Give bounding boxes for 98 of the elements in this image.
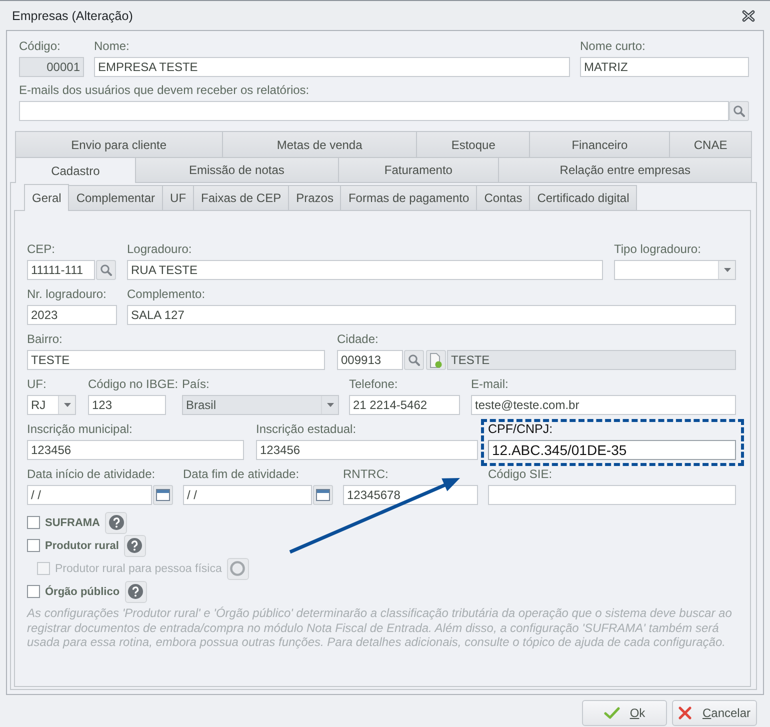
tab[interactable]: Relação entre empresas bbox=[498, 157, 752, 182]
tab[interactable]: Formas de pagamento bbox=[340, 185, 478, 210]
input-field[interactable]: teste@teste.com.br bbox=[471, 395, 736, 415]
field-label: Bairro: bbox=[27, 332, 62, 347]
ok-button[interactable]: Ok bbox=[582, 700, 667, 726]
input-field[interactable]: 2023 bbox=[27, 305, 117, 325]
field-label: País: bbox=[182, 377, 210, 392]
input-field[interactable]: 123 bbox=[88, 395, 166, 415]
field-label: Data fim de atividade: bbox=[183, 467, 300, 482]
checkbox-label[interactable]: SUFRAMA bbox=[45, 516, 100, 528]
calendar-button[interactable] bbox=[153, 485, 173, 505]
input-field[interactable] bbox=[488, 485, 736, 505]
checkbox[interactable] bbox=[27, 516, 40, 529]
checkbox-label[interactable]: Órgão público bbox=[45, 586, 120, 598]
field-label: UF: bbox=[27, 377, 46, 392]
tab[interactable]: Metas de venda bbox=[222, 131, 418, 157]
field-label: Complemento: bbox=[127, 287, 206, 302]
close-icon bbox=[742, 10, 755, 22]
input-field[interactable]: 11111-111 bbox=[27, 260, 95, 280]
tab[interactable]: CNAE bbox=[669, 131, 752, 157]
field-label: Nome: bbox=[94, 39, 130, 54]
tab[interactable]: Faturamento bbox=[338, 157, 500, 182]
date-field[interactable]: / / bbox=[183, 485, 312, 505]
calendar-button[interactable] bbox=[313, 485, 333, 505]
search-button[interactable] bbox=[96, 260, 116, 280]
help-icon bbox=[127, 538, 142, 553]
field-label: Cidade: bbox=[337, 332, 378, 347]
input-field[interactable]: 123456 bbox=[256, 440, 478, 460]
input-field[interactable]: 009913 bbox=[337, 350, 403, 370]
search-icon bbox=[733, 105, 745, 117]
checkbox[interactable] bbox=[27, 539, 40, 552]
input-field[interactable]: 12.ABC.345/01DE-35 bbox=[488, 440, 736, 460]
checkbox[interactable] bbox=[27, 585, 40, 598]
field-label: Código SIE: bbox=[488, 467, 552, 482]
search-icon bbox=[408, 354, 420, 366]
new-record-button[interactable] bbox=[426, 350, 446, 370]
cross-icon bbox=[678, 706, 692, 720]
input-field[interactable]: SALA 127 bbox=[127, 305, 736, 325]
input-field[interactable]: TESTE bbox=[27, 350, 325, 370]
tab[interactable]: Complementar bbox=[68, 185, 164, 210]
field-label: Telefone: bbox=[349, 377, 398, 392]
caret-icon bbox=[64, 403, 70, 407]
help-button[interactable] bbox=[124, 534, 146, 556]
input-field[interactable]: RUA TESTE bbox=[127, 260, 603, 280]
input-field[interactable]: MATRIZ bbox=[580, 57, 749, 77]
help-icon bbox=[128, 584, 144, 599]
tab[interactable]: Certificado digital bbox=[529, 185, 638, 210]
tab[interactable]: Geral bbox=[24, 184, 70, 211]
field-label: Nr. logradouro: bbox=[27, 287, 106, 302]
check-icon bbox=[604, 707, 620, 719]
tab[interactable]: Prazos bbox=[288, 185, 342, 210]
caret-icon bbox=[326, 403, 334, 407]
combo-box[interactable] bbox=[614, 260, 736, 280]
search-button[interactable] bbox=[729, 101, 749, 121]
tab[interactable]: Contas bbox=[476, 185, 530, 210]
help-button[interactable] bbox=[124, 580, 147, 602]
field-label: Tipo logradouro: bbox=[614, 242, 701, 257]
input-field[interactable] bbox=[19, 101, 729, 121]
tab[interactable]: Financeiro bbox=[529, 131, 670, 157]
field-label: CEP: bbox=[27, 242, 56, 257]
tab[interactable]: Emissão de notas bbox=[134, 157, 339, 182]
tab[interactable]: Faixas de CEP bbox=[193, 185, 290, 210]
cancel-button[interactable]: Cancelar bbox=[672, 700, 757, 726]
date-field[interactable]: / / bbox=[27, 485, 152, 505]
caret-icon bbox=[724, 268, 730, 272]
field-label: Logradouro: bbox=[127, 242, 192, 257]
note-text: As configurações 'Produtor rural' e 'Órgão público' determinarão a classificação tributária da operação que o sistema deve buscar ao registrar documentos de entrada/compra no módulo Nota Fiscal de Entrada. Além disso, a configuração 'SUFRAMA' também será usada para essa rotina, embora possua outras funções. Para detalhes adicionais, consulte o tópico de ajuda de cada configuração. bbox=[27, 606, 733, 650]
calendar-icon bbox=[156, 489, 170, 501]
input-field[interactable]: 21 2214-5462 bbox=[349, 395, 460, 415]
help-icon bbox=[108, 515, 124, 530]
close-button[interactable] bbox=[742, 10, 755, 22]
tab[interactable]: UF bbox=[162, 185, 194, 210]
field-label: Código no IBGE: bbox=[88, 377, 178, 392]
tab[interactable]: Envio para cliente bbox=[15, 131, 223, 157]
field-label: Inscrição estadual: bbox=[256, 422, 356, 437]
field-label: CPF/CNPJ: bbox=[488, 422, 553, 437]
help-button[interactable] bbox=[105, 512, 127, 534]
help-button[interactable] bbox=[226, 558, 249, 580]
field-label: Nome curto: bbox=[580, 39, 646, 54]
search-button[interactable] bbox=[404, 350, 424, 370]
checkbox-label[interactable]: Produtor rural bbox=[45, 540, 119, 552]
field-label: RNTRC: bbox=[343, 467, 388, 482]
document-icon bbox=[430, 352, 442, 368]
input-field[interactable]: EMPRESA TESTE bbox=[94, 57, 570, 77]
field-label: Data início de atividade: bbox=[27, 467, 156, 482]
window-title: Empresas (Alteração) bbox=[12, 8, 133, 22]
calendar-icon bbox=[316, 489, 330, 501]
combo-box[interactable]: RJ bbox=[27, 395, 76, 415]
field-label: E-mails dos usuários que devem receber os relatórios: bbox=[19, 83, 310, 98]
input-field[interactable]: 123456 bbox=[27, 440, 244, 460]
search-icon bbox=[100, 264, 112, 276]
field-label: E-mail: bbox=[471, 377, 508, 392]
field-label: Inscrição municipal: bbox=[27, 422, 132, 437]
ring-icon bbox=[230, 561, 246, 576]
tab[interactable]: Estoque bbox=[416, 131, 530, 157]
field-label: Código: bbox=[19, 39, 60, 54]
tab[interactable]: Cadastro bbox=[15, 157, 136, 183]
input-field[interactable]: 12345678 bbox=[343, 485, 478, 505]
